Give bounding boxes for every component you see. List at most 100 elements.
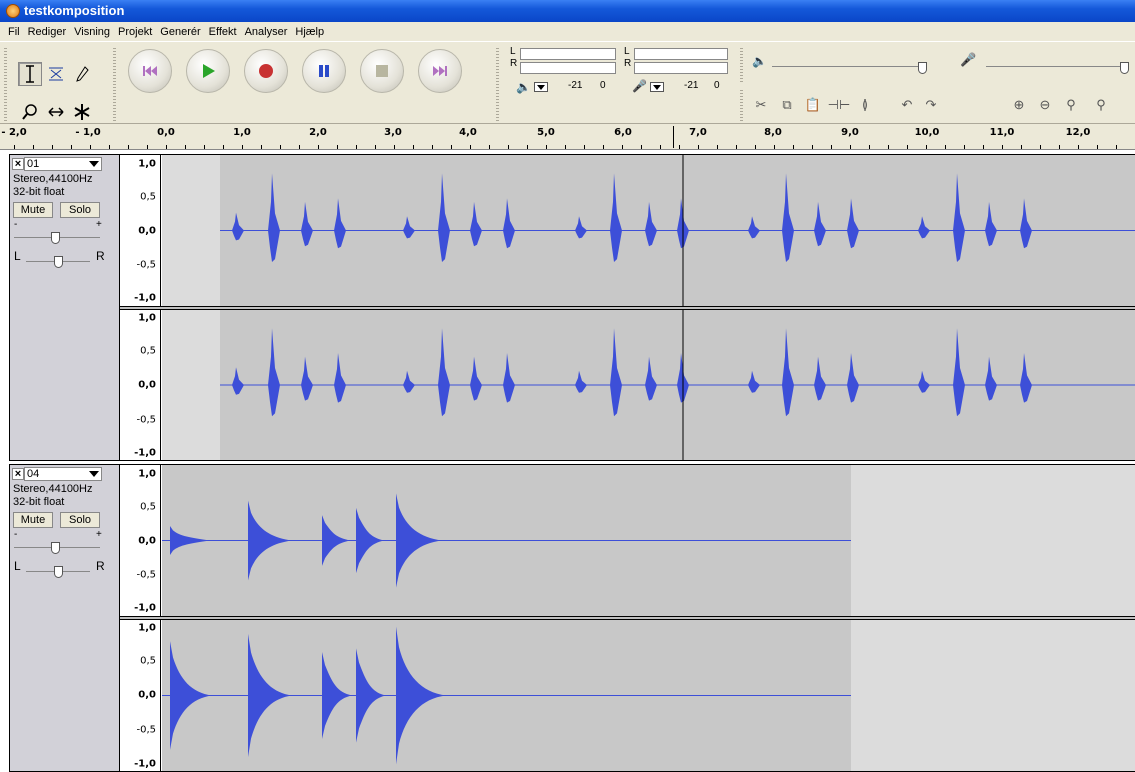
gain-slider-thumb[interactable] <box>51 542 60 554</box>
output-volume-thumb[interactable] <box>918 62 927 74</box>
draw-tool-icon[interactable] <box>70 62 94 86</box>
menu-bar: Fil Rediger Visning Projekt Generér Effe… <box>0 22 1135 41</box>
fit-project-icon[interactable]: ⚲ <box>1090 94 1112 116</box>
waveform-channel-left[interactable] <box>162 155 1135 306</box>
edit-grip[interactable] <box>740 88 743 122</box>
transport-grip[interactable] <box>113 46 116 122</box>
output-volume-slider[interactable] <box>772 66 924 67</box>
track-format-label: Stereo,44100Hz <box>13 483 93 495</box>
ruler-tick <box>1002 145 1003 149</box>
track-control-panel[interactable]: × 04 Stereo,44100Hz 32-bit float Mute So… <box>10 465 120 771</box>
playback-meter-dropdown[interactable] <box>534 82 548 92</box>
undo-icon[interactable]: ↶ <box>896 94 918 116</box>
pause-button[interactable] <box>302 49 346 93</box>
mute-button[interactable]: Mute <box>13 512 53 528</box>
ruler-tick <box>660 145 661 149</box>
ruler-label: 8,0 <box>764 127 782 138</box>
ruler-tick <box>128 145 129 149</box>
track-name-label: 01 <box>27 158 40 170</box>
ruler-tick <box>698 145 699 149</box>
multi-tool-icon[interactable] <box>70 100 94 124</box>
ruler-tick <box>964 145 965 149</box>
play-button[interactable] <box>186 49 230 93</box>
waveform-channel-left[interactable] <box>162 465 1135 616</box>
zoom-tool-icon[interactable] <box>18 100 42 124</box>
input-volume-thumb[interactable] <box>1120 62 1129 74</box>
menu-analyser[interactable]: Analyser <box>241 26 292 38</box>
ruler-label: 9,0 <box>841 127 859 138</box>
zoom-in-icon[interactable]: ⊕ <box>1008 94 1030 116</box>
track-close-icon[interactable]: × <box>12 468 24 480</box>
envelope-tool-icon[interactable] <box>44 62 68 86</box>
solo-button[interactable]: Solo <box>60 512 100 528</box>
timeline-ruler[interactable]: - 2,0 - 1,0 0,0 1,0 2,0 3,0 4,0 5,0 6,0 7,0 8,0 9,0… <box>0 124 1135 150</box>
menu-generer[interactable]: Generér <box>156 26 204 38</box>
pan-slider-thumb[interactable] <box>54 256 63 268</box>
gain-slider-thumb[interactable] <box>51 232 60 244</box>
record-meter-left-bar <box>634 48 728 60</box>
menu-fil[interactable]: Fil <box>4 26 24 38</box>
track-bits-label: 32-bit float <box>13 496 65 508</box>
skip-to-start-button[interactable] <box>128 49 172 93</box>
ruler-tick <box>565 145 566 149</box>
ruler-tick <box>204 145 205 149</box>
ruler-tick <box>736 145 737 149</box>
cut-icon[interactable]: ✂ <box>750 94 772 116</box>
ruler-tick <box>755 145 756 149</box>
copy-icon[interactable]: ⧉ <box>776 94 798 116</box>
ruler-tick <box>926 145 927 149</box>
ruler-tick <box>584 145 585 149</box>
input-volume-slider[interactable] <box>986 66 1126 67</box>
ruler-tick <box>375 145 376 149</box>
waveform-channel-right[interactable] <box>162 310 1135 460</box>
track-close-icon[interactable]: × <box>12 158 24 170</box>
ruler-tick <box>717 145 718 149</box>
silence-icon[interactable]: ≬ <box>854 94 876 116</box>
ruler-tick <box>166 145 167 149</box>
pan-slider-thumb[interactable] <box>54 566 63 578</box>
ruler-tick <box>888 145 889 149</box>
menu-hjaelp[interactable]: Hjælp <box>291 26 328 38</box>
record-meter-dropdown[interactable] <box>650 82 664 92</box>
meter-grip[interactable] <box>496 46 499 122</box>
ruler-tick <box>622 145 623 149</box>
scale-label: -1,0 <box>134 292 156 304</box>
zoom-out-icon[interactable]: ⊖ <box>1034 94 1056 116</box>
track-name-menu[interactable]: 04 <box>24 467 102 481</box>
timeshift-tool-icon[interactable] <box>44 100 68 124</box>
menu-effekt[interactable]: Effekt <box>205 26 241 38</box>
ruler-tick <box>185 145 186 149</box>
toolbar: L R 🔈 -21 0 L R 🎤 -21 0 🔈 🎤 ✂ ⧉ 📋 ⊣⊢ ≬ ↶… <box>0 41 1135 124</box>
playback-meter-left-label: L <box>510 46 516 57</box>
redo-icon[interactable]: ↷ <box>920 94 942 116</box>
fit-selection-icon[interactable]: ⚲ <box>1060 94 1082 116</box>
waveform-channel-right[interactable] <box>162 620 1135 771</box>
menu-projekt[interactable]: Projekt <box>114 26 156 38</box>
ruler-label: 2,0 <box>309 127 327 138</box>
scale-label: 0,0 <box>138 535 156 547</box>
track-control-panel[interactable]: × 01 Stereo,44100Hz 32-bit float Mute So… <box>10 155 120 460</box>
ruler-label: 4,0 <box>459 127 477 138</box>
menu-rediger[interactable]: Rediger <box>24 26 71 38</box>
mute-button[interactable]: Mute <box>13 202 53 218</box>
paste-icon[interactable]: 📋 <box>802 94 824 116</box>
stop-button[interactable] <box>360 49 404 93</box>
empty-region <box>851 465 1135 616</box>
menu-visning[interactable]: Visning <box>70 26 114 38</box>
mixer-grip[interactable] <box>740 46 743 82</box>
ruler-tick <box>774 145 775 149</box>
ruler-label: 5,0 <box>537 127 555 138</box>
selection-tool-icon[interactable] <box>18 62 42 86</box>
track-name-menu[interactable]: 01 <box>24 157 102 171</box>
trim-icon[interactable]: ⊣⊢ <box>828 94 851 116</box>
toolbar-grip[interactable] <box>4 46 7 122</box>
track-area: × 01 Stereo,44100Hz 32-bit float Mute So… <box>0 150 1135 772</box>
scale-label: 0,0 <box>138 379 156 391</box>
ruler-tick <box>242 145 243 149</box>
record-button[interactable] <box>244 49 288 93</box>
skip-to-end-button[interactable] <box>418 49 462 93</box>
chevron-down-icon <box>89 161 99 167</box>
window-title: testkomposition <box>24 3 125 18</box>
solo-button[interactable]: Solo <box>60 202 100 218</box>
ruler-tick <box>945 145 946 149</box>
